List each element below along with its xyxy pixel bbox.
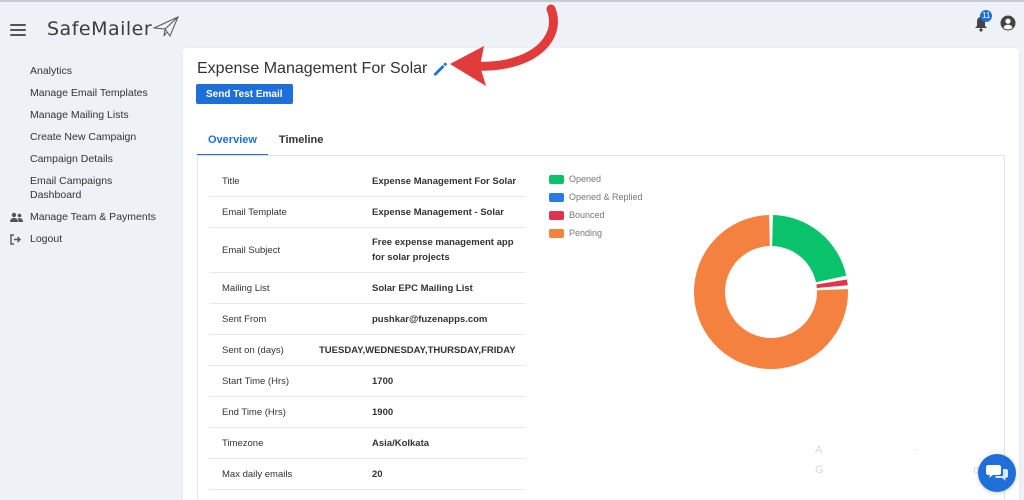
sidebar-item-campaign-details[interactable]: Campaign Details xyxy=(0,148,180,170)
campaign-details-table: Title Expense Management For Solar Email… xyxy=(209,166,525,490)
table-row: Email Subject Free expense management ap… xyxy=(209,228,525,273)
notification-badge: 11 xyxy=(980,10,993,22)
legend-label: Opened xyxy=(569,174,602,184)
legend-swatch xyxy=(549,228,564,238)
row-value: pushkar@fuzenapps.com xyxy=(372,313,488,325)
logout-icon xyxy=(10,232,23,246)
table-row: Title Expense Management For Solar xyxy=(209,166,525,197)
sidebar-item-logout[interactable]: Logout xyxy=(0,228,180,250)
sidebar-item-manage-team-payments[interactable]: Manage Team & Payments xyxy=(0,206,180,228)
campaign-details-card: Expense Management For Solar Send Test E… xyxy=(183,48,1019,500)
annotation-arrow-icon xyxy=(450,4,558,86)
team-icon xyxy=(10,210,23,224)
sidebar-item-analytics[interactable]: Analytics xyxy=(0,60,180,82)
row-value: 1700 xyxy=(372,375,394,387)
table-row: Sent From pushkar@fuzenapps.com xyxy=(209,304,525,335)
activate-windows-watermark: A · G ow xyxy=(815,444,988,476)
legend-label: Bounced xyxy=(569,210,605,220)
row-key: Max daily emails xyxy=(222,468,293,480)
table-row: Sent on (days) TUESDAY,WEDNESDAY,THURSDA… xyxy=(209,335,525,366)
paper-plane-icon xyxy=(153,16,180,38)
row-key: Email Subject xyxy=(222,244,281,256)
row-key: Title xyxy=(222,175,240,187)
tab-timeline[interactable]: Timeline xyxy=(268,128,334,156)
user-account-icon[interactable] xyxy=(1000,15,1016,31)
legend-item-opened[interactable]: Opened xyxy=(549,170,643,188)
row-key: End Time (Hrs) xyxy=(222,406,286,418)
donut-slice-opened[interactable] xyxy=(772,215,847,283)
edit-pencil-icon[interactable] xyxy=(432,61,448,77)
row-key: Timezone xyxy=(222,437,264,449)
notifications-bell[interactable]: 11 xyxy=(974,10,993,32)
row-value: 1900 xyxy=(372,406,394,418)
send-test-email-button[interactable]: Send Test Email xyxy=(196,84,293,104)
legend-label: Opened & Replied xyxy=(569,192,643,202)
legend-item-pending[interactable]: Pending xyxy=(549,224,643,242)
logo-text: SafeMailer xyxy=(47,18,153,40)
top-border xyxy=(0,0,1024,2)
sidebar-item-email-campaigns-dashboard[interactable]: Email Campaigns Dashboard xyxy=(0,170,180,206)
table-row: Email Template Expense Management - Sola… xyxy=(209,197,525,228)
tab-bar: Overview Timeline xyxy=(197,128,334,156)
campaign-status-donut-chart xyxy=(694,215,848,369)
sidebar-item-label: Campaign Details xyxy=(30,153,113,165)
sidebar-item-label: Manage Team & Payments xyxy=(30,211,156,223)
chat-icon xyxy=(986,465,1008,481)
row-value: 20 xyxy=(372,468,383,480)
legend-swatch xyxy=(549,192,564,202)
sidebar-item-label: Logout xyxy=(30,233,63,245)
sidebar-item-label: Email Campaigns xyxy=(30,175,113,187)
row-value: Free expense management app for solar pr… xyxy=(372,237,514,263)
table-row: Start Time (Hrs) 1700 xyxy=(209,366,525,397)
sidebar-item-manage-email-templates[interactable]: Manage Email Templates xyxy=(0,82,180,104)
row-value: Expense Management - Solar xyxy=(372,206,504,218)
logo[interactable]: SafeMailer xyxy=(47,14,180,44)
sidebar-item-manage-mailing-lists[interactable]: Manage Mailing Lists xyxy=(0,104,180,126)
row-value: Expense Management For Solar xyxy=(372,175,517,187)
sidebar-item-label: Manage Email Templates xyxy=(30,87,148,99)
sidebar-item-label-line2: Dashboard xyxy=(30,189,82,201)
sidebar: Analytics Manage Email Templates Manage … xyxy=(0,60,180,250)
row-value: Asia/Kolkata xyxy=(372,437,430,449)
table-row: Timezone Asia/Kolkata xyxy=(209,428,525,459)
row-key: Start Time (Hrs) xyxy=(222,375,290,387)
sidebar-item-create-new-campaign[interactable]: Create New Campaign xyxy=(0,126,180,148)
table-row: Mailing List Solar EPC Mailing List xyxy=(209,273,525,304)
sidebar-item-label: Create New Campaign xyxy=(30,131,137,143)
legend-label: Pending xyxy=(569,228,603,238)
legend-item-bounced[interactable]: Bounced xyxy=(549,206,643,224)
table-row: Max daily emails 20 xyxy=(209,459,525,490)
row-key: Mailing List xyxy=(222,282,270,294)
chart-legend: Opened Opened & Replied Bounced Pending xyxy=(549,170,643,242)
campaign-title: Expense Management For Solar xyxy=(197,60,428,77)
sidebar-item-label: Manage Mailing Lists xyxy=(30,109,129,121)
row-key: Sent From xyxy=(222,313,267,325)
sidebar-item-label: Analytics xyxy=(30,65,73,77)
menu-icon[interactable] xyxy=(10,24,26,36)
legend-swatch xyxy=(549,210,564,220)
row-value: TUESDAY,WEDNESDAY,THURSDAY,FRIDAY xyxy=(319,344,516,356)
row-value: Solar EPC Mailing List xyxy=(372,282,473,294)
legend-item-opened-replied[interactable]: Opened & Replied xyxy=(549,188,643,206)
chat-support-button[interactable] xyxy=(978,454,1016,492)
tab-overview[interactable]: Overview xyxy=(197,128,268,156)
page-title: Expense Management For Solar xyxy=(197,60,448,78)
legend-swatch xyxy=(549,174,564,184)
table-row: End Time (Hrs) 1900 xyxy=(209,397,525,428)
row-key: Email Template xyxy=(222,206,287,218)
